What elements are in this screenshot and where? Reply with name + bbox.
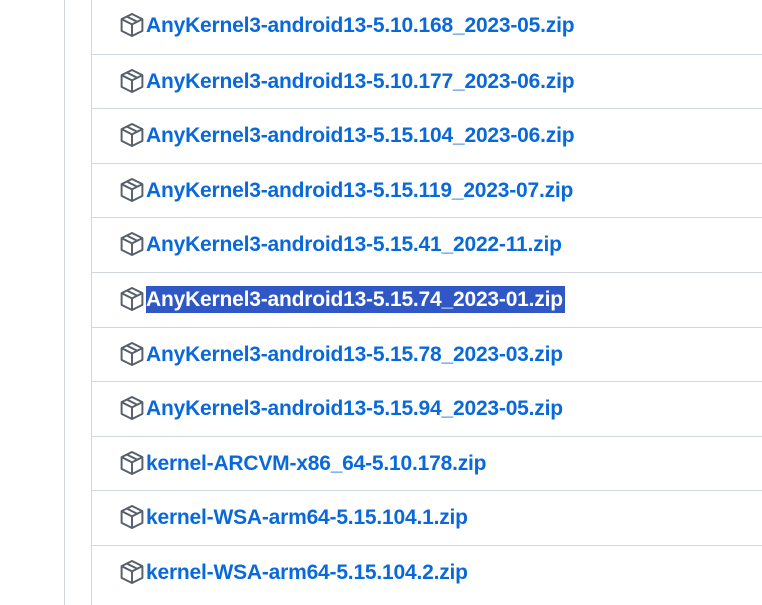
asset-download-link[interactable]: kernel-ARCVM-x86_64-5.10.178.zip (146, 450, 486, 477)
asset-row: AnyKernel3-android13-5.15.104_2023-06.zi… (92, 108, 762, 163)
asset-download-link[interactable]: kernel-WSA-arm64-5.15.104.2.zip (146, 559, 468, 586)
package-icon (119, 177, 145, 203)
package-icon (119, 559, 145, 585)
asset-row: AnyKernel3-android13-5.15.94_2023-05.zip (92, 381, 762, 436)
release-asset-list: AnyKernel3-android13-5.10.168_2023-05.zi… (91, 0, 762, 605)
package-icon (119, 395, 145, 421)
asset-download-link[interactable]: AnyKernel3-android13-5.10.177_2023-06.zi… (146, 68, 575, 95)
asset-row: AnyKernel3-android13-5.15.119_2023-07.zi… (92, 162, 762, 218)
asset-download-link[interactable]: AnyKernel3-android13-5.15.74_2023-01.zip (146, 286, 565, 313)
package-icon (119, 12, 145, 38)
package-icon (119, 122, 145, 148)
asset-row: AnyKernel3-android13-5.15.78_2023-03.zip (92, 326, 762, 382)
asset-row: AnyKernel3-android13-5.15.74_2023-01.zip (92, 272, 762, 327)
asset-row: AnyKernel3-android13-5.10.177_2023-06.zi… (92, 53, 762, 109)
asset-download-link[interactable]: AnyKernel3-android13-5.10.168_2023-05.zi… (146, 12, 575, 39)
asset-download-link[interactable]: AnyKernel3-android13-5.15.94_2023-05.zip (146, 395, 563, 422)
asset-download-link[interactable]: AnyKernel3-android13-5.15.41_2022-11.zip (146, 231, 562, 258)
package-icon (119, 450, 145, 476)
asset-download-link[interactable]: AnyKernel3-android13-5.15.78_2023-03.zip (146, 341, 563, 368)
asset-row: AnyKernel3-android13-5.10.168_2023-05.zi… (92, 0, 762, 54)
asset-row: AnyKernel3-android13-5.15.41_2022-11.zip (92, 217, 762, 272)
asset-row: kernel-WSA-arm64-5.15.104.2.zip (92, 545, 762, 600)
asset-row: kernel-ARCVM-x86_64-5.10.178.zip (92, 435, 762, 491)
asset-download-link[interactable]: AnyKernel3-android13-5.15.119_2023-07.zi… (146, 177, 573, 204)
package-icon (119, 504, 145, 530)
package-icon (119, 341, 145, 367)
asset-download-link[interactable]: AnyKernel3-android13-5.15.104_2023-06.zi… (146, 122, 575, 149)
package-icon (119, 231, 145, 257)
asset-download-link[interactable]: kernel-WSA-arm64-5.15.104.1.zip (146, 504, 468, 531)
package-icon (119, 286, 145, 312)
package-icon (119, 68, 145, 94)
left-divider (64, 0, 65, 605)
asset-row: kernel-WSA-arm64-5.15.104.1.zip (92, 490, 762, 545)
